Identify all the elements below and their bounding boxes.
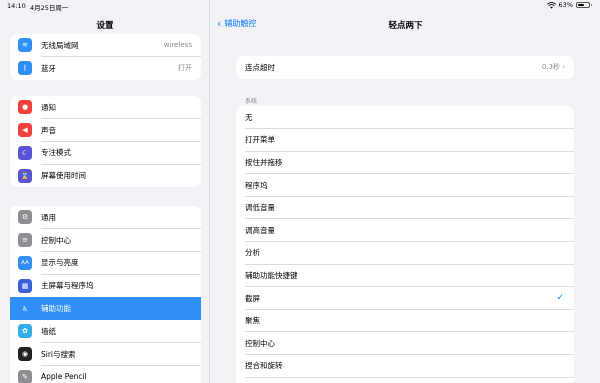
accessibility-icon: ♿ (21, 304, 29, 313)
sidebar-item[interactable]: ≋ 无线局域网 wireless (10, 34, 201, 57)
action-option[interactable]: 截屏 ✓ (236, 287, 574, 310)
action-option-label: 无 (245, 112, 253, 122)
sidebar-item-label: 声音 (41, 125, 56, 135)
sidebar-item[interactable]: ♿ 辅助功能 (10, 297, 201, 320)
sidebar-item-label: 辅助功能 (41, 304, 71, 314)
bluetooth-icon: ᛒ (18, 61, 32, 76)
action-option-label: 按住并拖移 (245, 157, 283, 167)
settings-sidebar: 设置 ≋ 无线局域网 wireless ᛒ 蓝牙 打开 ● 通知 ◀ 声音 ☾ 专注模式 ⌛ 屏幕使用时… (0, 0, 210, 383)
action-option[interactable]: 聚焦 (236, 309, 574, 332)
status-bar: 14:10 4月25日周一 63% (0, 0, 600, 12)
display-brightness-icon: AA (18, 255, 32, 270)
sidebar-item-label: 显示与亮度 (41, 258, 79, 268)
siri-icon: ◉ (18, 347, 32, 362)
action-option[interactable]: 辅助功能快捷键 (236, 264, 574, 287)
sidebar-group-connectivity: ≋ 无线局域网 wireless ᛒ 蓝牙 打开 (10, 34, 201, 80)
action-option[interactable]: 调低音量 (236, 196, 574, 219)
action-option[interactable]: 捏合下面 (236, 377, 574, 383)
action-option-label: 聚焦 (245, 316, 260, 326)
sidebar-group-notifications: ● 通知 ◀ 声音 ☾ 专注模式 ⌛ 屏幕使用时间 (10, 96, 201, 188)
sidebar-item[interactable]: ⚙ 通用 (10, 206, 201, 229)
timeout-row[interactable]: 连点超时 0.3秒 › (236, 56, 574, 79)
status-date: 4月25日周一 (30, 4, 69, 12)
sidebar-item[interactable]: AA 显示与亮度 (10, 252, 201, 275)
pencil-icon: ✎ (18, 369, 32, 383)
status-time: 14:10 (7, 2, 26, 10)
sidebar-item[interactable]: ◉ Siri与搜索 (10, 343, 201, 366)
checkmark-icon: ✓ (556, 293, 564, 304)
sidebar-item[interactable]: ☾ 专注模式 (10, 142, 201, 165)
sidebar-item-label: 无线局域网 (41, 40, 79, 50)
timeout-value: 0.3秒 › (542, 62, 565, 72)
sidebar-item-label: 通用 (41, 212, 56, 222)
sidebar-item-label: 通知 (41, 102, 56, 112)
sidebar-item[interactable]: ✿ 墙纸 (10, 320, 201, 343)
sidebar-item-label: 墙纸 (41, 326, 56, 336)
sidebar-title: 设置 (96, 21, 114, 31)
wifi-icon: ≋ (18, 38, 32, 53)
wallpaper-icon: ✿ (18, 324, 32, 339)
sidebar-item[interactable]: ▦ 主屏幕与程序坞 (10, 274, 201, 298)
home-screen-icon: ▦ (18, 278, 32, 293)
action-option[interactable]: 打开菜单 (236, 129, 574, 152)
action-option-label: 调高音量 (245, 225, 275, 235)
action-option[interactable]: 调高音量 (236, 219, 574, 242)
sidebar-item-label: 主屏幕与程序坞 (41, 281, 94, 291)
action-option[interactable]: 分析 (236, 242, 574, 265)
sidebar-item-label: 屏幕使用时间 (41, 171, 86, 181)
wifi-status-icon (546, 1, 556, 9)
action-option-label: 调低音量 (245, 203, 275, 213)
timeout-label: 连点超时 (245, 62, 275, 72)
page-title: 轻点两下 (388, 21, 423, 31)
action-options-list: 无打开菜单按住并拖移程序坞调低音量调高音量分析辅助功能快捷键 截屏 ✓ 聚焦控制中心捏… (236, 106, 574, 383)
status-right: 63% (546, 1, 592, 9)
battery-percent: 63% (558, 1, 573, 9)
timeout-value-text: 0.3秒 (541, 63, 560, 72)
sidebar-item[interactable]: ⌛ 屏幕使用时间 (10, 164, 201, 187)
action-option-label: 控制中心 (245, 338, 275, 348)
sidebar-item[interactable]: ≡ 控制中心 (10, 229, 201, 252)
notification-icon: ● (18, 100, 32, 115)
action-option-label: 程序坞 (245, 180, 268, 190)
action-option[interactable]: 无 (236, 106, 574, 129)
action-option-label: 辅助功能快捷键 (245, 270, 298, 280)
sidebar-item-value: 打开 (178, 64, 192, 73)
control-center-icon: ≡ (18, 233, 32, 248)
action-option[interactable]: 控制中心 (236, 332, 574, 355)
detail-panel: ‹ 辅助触控 轻点两下 连点超时 0.3秒 › 系统 无打开菜单 按住并拖移 程序坞… (211, 0, 600, 383)
sidebar-item[interactable]: ● 通知 (10, 96, 201, 119)
sidebar-item[interactable]: ✎ Apple Pencil (10, 366, 201, 383)
sidebar-item-label: Siri与搜索 (41, 349, 76, 359)
gear-icon: ⚙ (18, 210, 32, 225)
sidebar-item-label: 控制中心 (41, 235, 71, 245)
sidebar-item-value: wireless (163, 41, 192, 50)
action-option-label: 分析 (245, 248, 260, 258)
hourglass-icon: ⌛ (18, 168, 32, 183)
action-option[interactable]: 捏合和旋转 (236, 355, 574, 378)
action-option-label: 捏合和旋转 (245, 361, 283, 371)
battery-level (578, 4, 585, 6)
chevron-right-icon: › (562, 63, 565, 72)
battery-icon (576, 2, 592, 8)
action-option[interactable]: 程序坞 (236, 174, 574, 197)
action-option[interactable]: 按住并拖移 (236, 151, 574, 174)
focus-moon-icon: ☾ (18, 145, 32, 160)
action-option-label: 截屏 (245, 293, 260, 303)
timeout-card: 连点超时 0.3秒 › (236, 56, 574, 79)
sidebar-item-label: Apple Pencil (41, 372, 87, 382)
sidebar-item[interactable]: ᛒ 蓝牙 打开 (10, 57, 201, 80)
sound-icon: ◀ (18, 123, 32, 138)
sidebar-group-general: ⚙ 通用 ≡ 控制中心 AA 显示与亮度 ▦ 主屏幕与程序坞 ♿ 辅助功能 ✿ 墙纸 ◉ Siri与搜索 ✎… (10, 206, 201, 383)
section-label-system: 系统 (245, 98, 258, 105)
sidebar-item-label: 专注模式 (41, 148, 71, 158)
sidebar-item[interactable]: ◀ 声音 (10, 119, 201, 142)
sidebar-item-label: 蓝牙 (41, 63, 56, 73)
action-option-label: 打开菜单 (245, 135, 275, 145)
